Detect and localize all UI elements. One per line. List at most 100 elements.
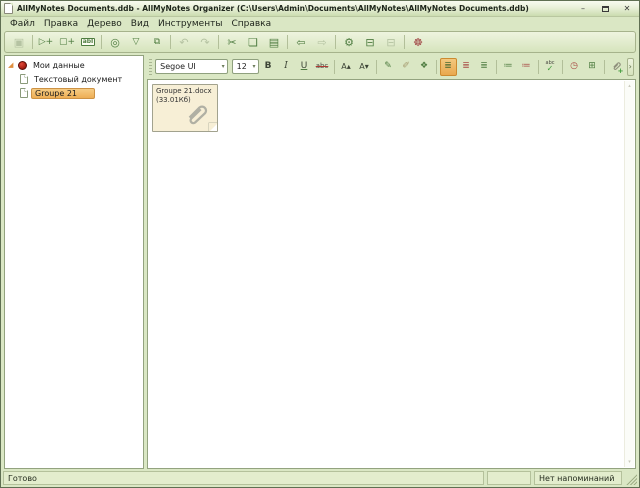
chevron-down-icon: ▾: [222, 63, 225, 70]
redo-icon[interactable]: ↷: [195, 33, 215, 51]
editor-scrollbar[interactable]: ▴ ▾: [624, 81, 634, 467]
tree-item-label-selected: Groupe 21: [31, 88, 95, 99]
tree-root-row[interactable]: ◢ Мои данные: [5, 58, 143, 72]
toolbar-separator: [604, 60, 605, 74]
align-right-icon[interactable]: ≣: [476, 58, 493, 76]
print-preview-icon[interactable]: ⊟: [381, 33, 401, 51]
scroll-up-icon: ▴: [628, 83, 631, 89]
toolbar-separator: [436, 60, 437, 74]
menu-edit[interactable]: Правка: [40, 18, 82, 30]
print-icon[interactable]: ⊟: [360, 33, 380, 51]
insert-table-icon[interactable]: ⊞: [584, 58, 601, 76]
main-toolbar: ▣ ▷+ ▢+ abI ◎ ▽ ⧉ ↶ ↷ ✂ ❏ ▤ ⇦ ⇨ ⚙ ⊟ ⊟ ☸: [4, 31, 636, 53]
font-size-select[interactable]: 12 ▾: [232, 59, 259, 74]
settings-icon[interactable]: ⚙: [339, 33, 359, 51]
toolbar-separator: [287, 35, 288, 49]
title-bar: AllMyNotes Documents.ddb - AllMyNotes Or…: [1, 1, 639, 17]
menu-view[interactable]: Вид: [127, 18, 153, 30]
toolbar-separator: [562, 60, 563, 74]
underline-icon[interactable]: U: [296, 58, 313, 76]
align-left-icon[interactable]: ≣: [440, 58, 457, 76]
app-icon: [4, 3, 13, 14]
spellcheck-icon[interactable]: abc ✓: [542, 58, 559, 76]
numbered-list-icon[interactable]: ≔: [518, 58, 535, 76]
copy-icon[interactable]: ❏: [243, 33, 263, 51]
toolbar-grip[interactable]: [149, 59, 152, 75]
increase-font-icon[interactable]: A▴: [338, 58, 355, 76]
toolbar-separator: [538, 60, 539, 74]
toolbar-separator: [404, 35, 405, 49]
minimize-button[interactable]: –: [574, 2, 592, 15]
new-note-icon[interactable]: ▢+: [57, 33, 77, 51]
toolbar-separator: [376, 60, 377, 74]
filter-search-icon[interactable]: ▽: [126, 33, 146, 51]
status-message: Готово: [3, 471, 484, 485]
toolbar-separator: [32, 35, 33, 49]
format-painter-icon[interactable]: ❖: [416, 58, 433, 76]
highlight-icon[interactable]: ✐: [398, 58, 415, 76]
menu-tools[interactable]: Инструменты: [154, 18, 226, 30]
decrease-font-icon[interactable]: A▾: [356, 58, 373, 76]
tree-item-groupe-21[interactable]: Groupe 21: [5, 86, 143, 100]
align-center-icon[interactable]: ≣: [458, 58, 475, 76]
menu-tree[interactable]: Дерево: [83, 18, 126, 30]
attach-file-icon[interactable]: +: [608, 58, 625, 76]
strikethrough-icon[interactable]: abc: [314, 58, 331, 76]
paperclip-icon: [182, 100, 212, 130]
new-folder-icon[interactable]: ▷+: [36, 33, 56, 51]
root-folder-icon: [18, 61, 27, 70]
note-icon: [20, 74, 28, 84]
attachment-item[interactable]: Groupe 21.docx (33.01Кб): [152, 84, 218, 132]
font-color-icon[interactable]: ✎: [380, 58, 397, 76]
back-icon[interactable]: ⇦: [291, 33, 311, 51]
undo-icon[interactable]: ↶: [174, 33, 194, 51]
expander-icon[interactable]: ◢: [8, 61, 15, 69]
note-editor-area[interactable]: Groupe 21.docx (33.01Кб) ▴ ▾: [147, 79, 636, 469]
toolbar-separator: [101, 35, 102, 49]
global-search-icon[interactable]: ◎: [105, 33, 125, 51]
toolbar-separator: [218, 35, 219, 49]
bold-icon[interactable]: B: [260, 58, 277, 76]
cut-icon[interactable]: ✂: [222, 33, 242, 51]
bullet-list-icon[interactable]: ≔: [500, 58, 517, 76]
rename-icon[interactable]: abI: [78, 33, 98, 51]
font-family-value: Segoe UI: [160, 62, 196, 71]
content-area: ◢ Мои данные Текстовый документ Groupe 2…: [1, 55, 639, 469]
notes-tree-panel: ◢ Мои данные Текстовый документ Groupe 2…: [4, 55, 144, 469]
menu-help[interactable]: Справка: [227, 18, 275, 30]
italic-icon[interactable]: I: [278, 58, 295, 76]
font-size-value: 12: [237, 62, 247, 71]
check-icon: ✓: [547, 65, 554, 73]
toolbar-separator: [496, 60, 497, 74]
font-family-select[interactable]: Segoe UI ▾: [155, 59, 227, 74]
maximize-button[interactable]: [596, 2, 614, 15]
note-icon: [20, 88, 28, 98]
app-window: AllMyNotes Documents.ddb - AllMyNotes Or…: [0, 0, 640, 488]
close-button[interactable]: ✕: [618, 2, 636, 15]
editor-column: Segoe UI ▾ 12 ▾ B I U abc A▴ A▾ ✎ ✐ ❖: [147, 55, 636, 469]
chevron-down-icon: ▾: [252, 63, 255, 70]
forward-icon[interactable]: ⇨: [312, 33, 332, 51]
toolbar-overflow-button[interactable]: ›: [627, 58, 635, 76]
toolbar-separator: [334, 60, 335, 74]
menu-file[interactable]: Файл: [6, 18, 39, 30]
scroll-down-icon: ▾: [628, 459, 631, 465]
status-reminders: Нет напоминаний: [534, 471, 622, 485]
format-toolbar: Segoe UI ▾ 12 ▾ B I U abc A▴ A▾ ✎ ✐ ❖: [147, 55, 636, 79]
resize-grip[interactable]: [625, 471, 637, 485]
toolbar-separator: [170, 35, 171, 49]
toolbar-row: ▣ ▷+ ▢+ abI ◎ ▽ ⧉ ↶ ↷ ✂ ❏ ▤ ⇦ ⇨ ⚙ ⊟ ⊟ ☸: [1, 30, 639, 55]
tree-root-label: Мои данные: [30, 60, 88, 71]
help-icon[interactable]: ☸: [408, 33, 428, 51]
tree-item-label: Текстовый документ: [31, 74, 125, 85]
note-search-icon[interactable]: ⧉: [147, 33, 167, 51]
menu-bar: Файл Правка Дерево Вид Инструменты Справ…: [1, 17, 639, 30]
maximize-icon: [602, 6, 609, 12]
save-icon[interactable]: ▣: [9, 33, 29, 51]
reminder-icon[interactable]: ◷: [566, 58, 583, 76]
plus-icon: +: [618, 68, 624, 75]
paste-icon[interactable]: ▤: [264, 33, 284, 51]
tree-item-text-document[interactable]: Текстовый документ: [5, 72, 143, 86]
attachment-filename: Groupe 21.docx: [156, 87, 214, 96]
status-middle: [487, 471, 531, 485]
